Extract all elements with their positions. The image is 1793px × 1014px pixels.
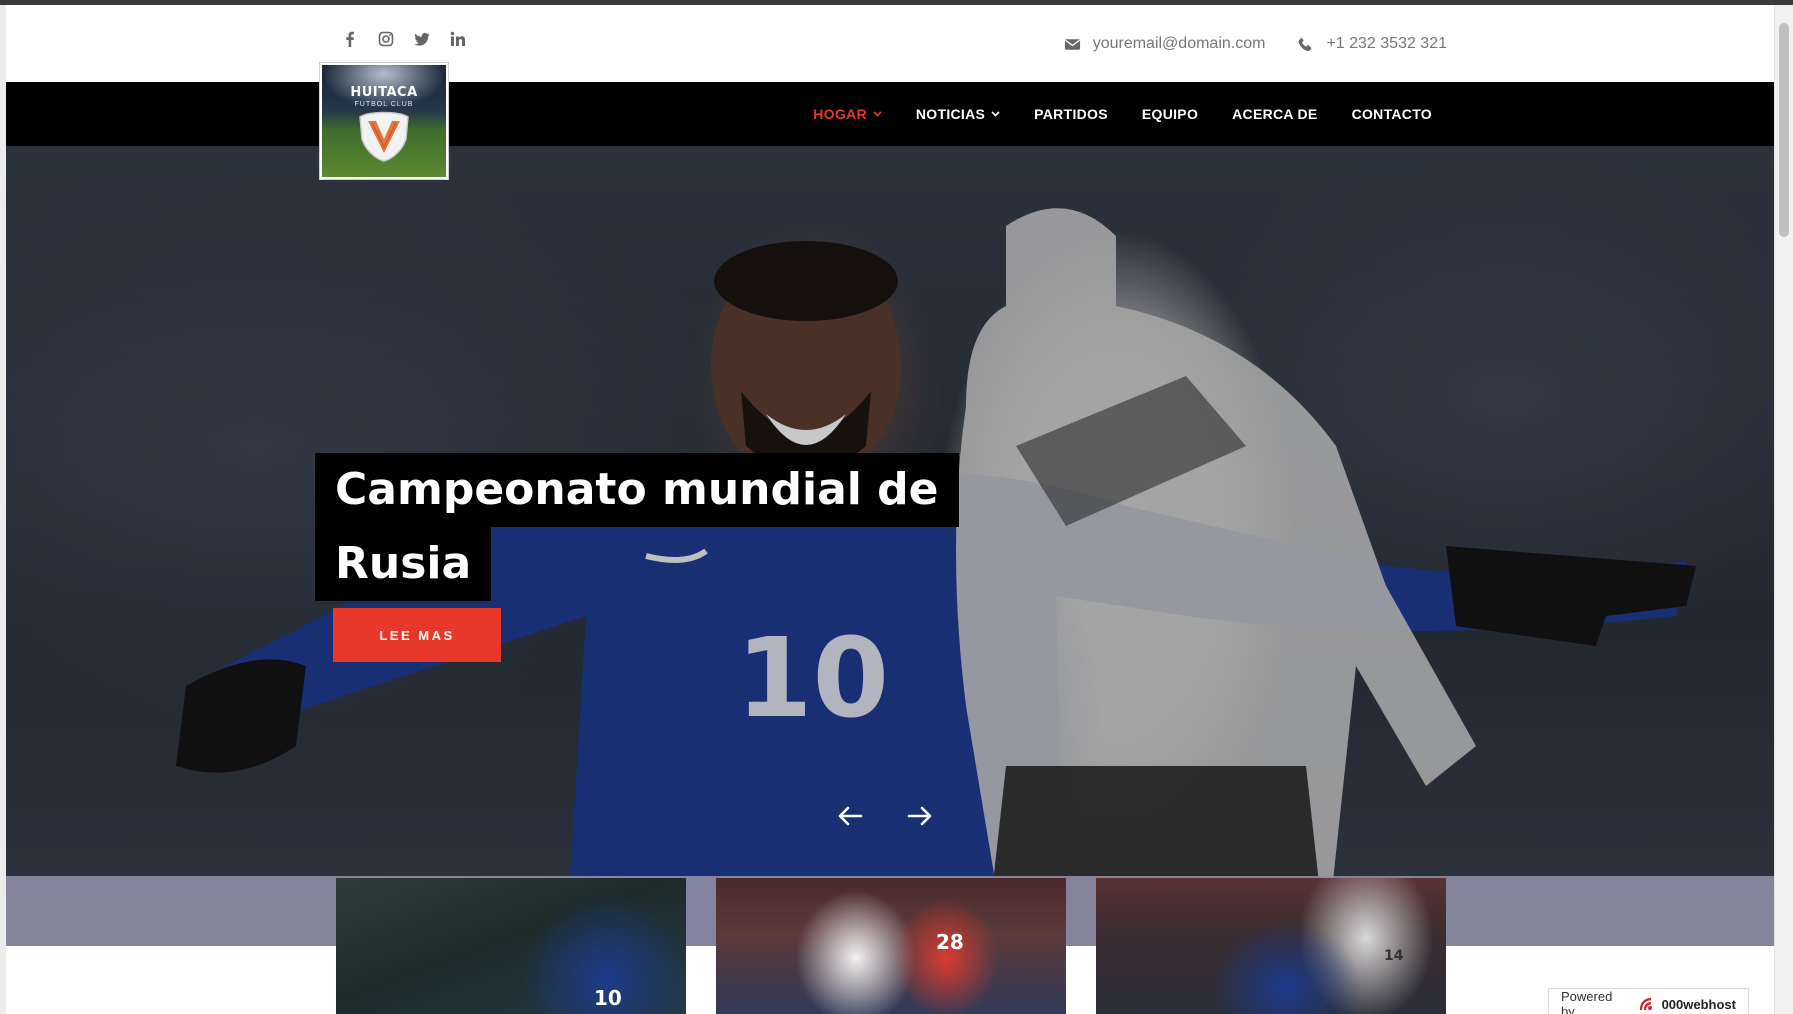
nav-item-label: PARTIDOS	[1034, 106, 1108, 122]
nav-item-label: ACERCA DE	[1232, 106, 1318, 122]
read-more-button[interactable]: LEE MAS	[333, 608, 501, 662]
contact-email[interactable]: youremail@domain.com	[1093, 35, 1266, 53]
twitter-icon[interactable]	[414, 31, 430, 47]
hero-headline-line1: Campeonato mundial de	[315, 453, 959, 527]
linkedin-icon[interactable]	[450, 31, 466, 47]
nav-item-equipo[interactable]: EQUIPO	[1142, 106, 1198, 122]
top-bar: youremail@domain.com +1 232 3532 321	[6, 5, 1774, 82]
phone-icon	[1299, 36, 1312, 51]
social-links	[342, 31, 466, 47]
page: youremail@domain.com +1 232 3532 321 HOG…	[6, 5, 1774, 1014]
envelope-icon	[1064, 38, 1080, 50]
logo-subtitle: FUTBOL CLUB	[354, 101, 414, 108]
main-nav: HOGAR NOTICIAS PARTIDOS EQUIPO ACERCA DE…	[813, 82, 1432, 146]
logo-title: HUITACA	[350, 85, 418, 100]
news-thumbnail[interactable]: 10	[336, 878, 686, 1014]
arrow-right-icon[interactable]	[907, 805, 933, 827]
hero-slider: 10 Campeonato mundial de Rusia LEE MAS	[6, 146, 1774, 946]
nav-item-label: HOGAR	[813, 106, 867, 122]
nav-item-partidos[interactable]: PARTIDOS	[1034, 106, 1108, 122]
scrollbar-thumb[interactable]	[1779, 23, 1789, 237]
powered-by-prefix: Powered by	[1561, 989, 1613, 1014]
instagram-icon[interactable]	[378, 31, 394, 47]
nav-item-label: EQUIPO	[1141, 106, 1199, 122]
facebook-icon[interactable]	[342, 31, 358, 47]
news-thumbnail[interactable]: 14	[1096, 878, 1446, 1014]
thumbnail-jersey-number: 28	[936, 930, 964, 954]
thumbnail-jersey-number: 10	[594, 986, 622, 1010]
hero-headline: Campeonato mundial de Rusia	[315, 453, 959, 601]
contact-phone[interactable]: +1 232 3532 321	[1326, 35, 1447, 53]
contact-info: youremail@domain.com +1 232 3532 321	[1064, 35, 1447, 53]
nav-item-label: NOTICIAS	[915, 106, 986, 122]
hero-headline-line2: Rusia	[315, 527, 492, 601]
powered-by-badge[interactable]: Powered by 000webhost	[1548, 988, 1749, 1014]
nav-item-hogar[interactable]: HOGAR	[813, 106, 882, 122]
chevron-down-icon	[991, 111, 1000, 117]
arrow-left-icon[interactable]	[837, 805, 863, 827]
main-navbar: HOGAR NOTICIAS PARTIDOS EQUIPO ACERCA DE…	[6, 82, 1774, 146]
000webhost-logo-icon	[1639, 997, 1652, 1011]
logo-image: HUITACA FUTBOL CLUB	[322, 65, 446, 177]
club-crest-icon	[359, 111, 409, 162]
powered-by-brand: 000webhost	[1661, 996, 1736, 1012]
thumbnail-jersey-number: 14	[1384, 948, 1404, 964]
news-thumbnail[interactable]: 28	[716, 878, 1066, 1014]
nav-item-acerca-de[interactable]: ACERCA DE	[1232, 106, 1317, 122]
nav-item-contacto[interactable]: CONTACTO	[1352, 106, 1432, 122]
page-scrollbar[interactable]	[1774, 5, 1793, 1014]
nav-item-noticias[interactable]: NOTICIAS	[916, 106, 1000, 122]
chevron-down-icon	[873, 111, 882, 117]
site-logo[interactable]: HUITACA FUTBOL CLUB	[320, 63, 448, 179]
nav-item-label: CONTACTO	[1351, 106, 1432, 122]
